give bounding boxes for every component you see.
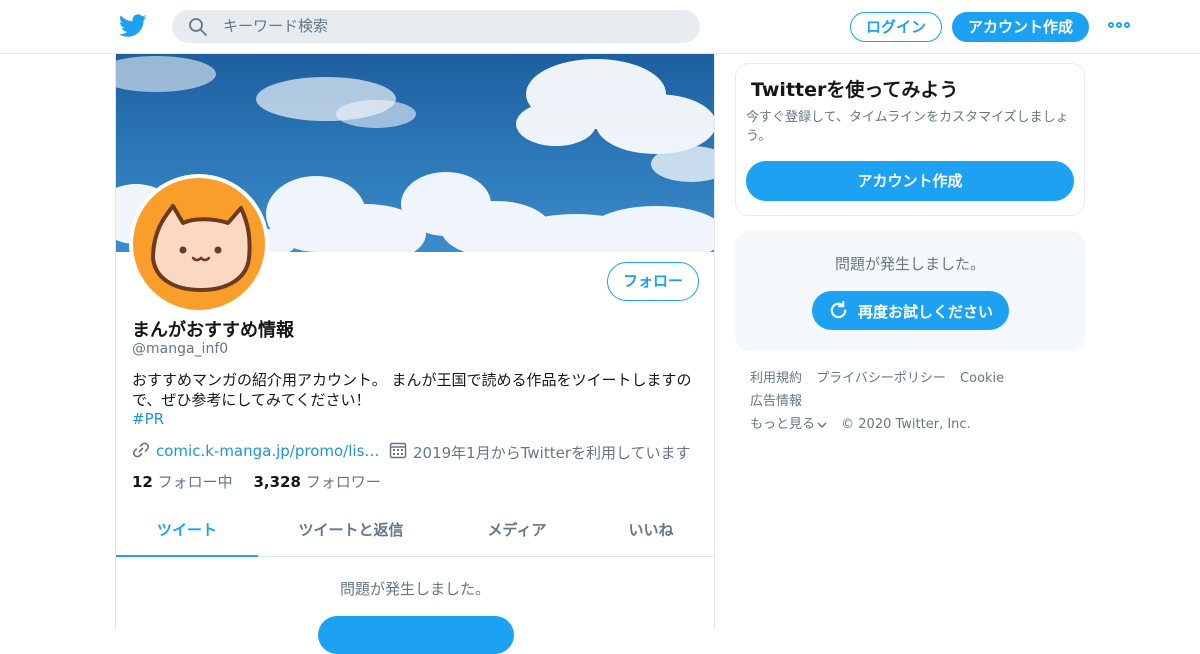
chevron-down-icon <box>817 421 827 428</box>
footer-more-label: もっと見る <box>750 417 816 432</box>
profile-tabs: ツイート ツイートと返信 メディア いいね <box>116 509 714 557</box>
login-button[interactable]: ログイン <box>850 12 942 42</box>
footer-copyright: © 2020 Twitter, Inc. <box>841 417 971 432</box>
search-input[interactable]: キーワード検索 <box>172 10 700 43</box>
twitter-bird-icon[interactable] <box>119 14 147 38</box>
footer-link-terms[interactable]: 利用規約 <box>750 371 802 386</box>
search-placeholder: キーワード検索 <box>223 17 329 35</box>
followers-stat[interactable]: 3,328 フォロワー <box>253 473 380 491</box>
cat-avatar-image <box>151 204 252 292</box>
follow-counts: 12 フォロー中 3,328 フォロワー <box>132 471 381 492</box>
tab-likes[interactable]: いいね <box>586 509 716 557</box>
tab-tweets[interactable]: ツイート <box>116 509 258 557</box>
top-bar: キーワード検索 ログイン アカウント作成 <box>0 0 1200 54</box>
joined-date: 2019年1月からTwitterを利用しています <box>413 444 691 462</box>
footer-more[interactable]: もっと見る <box>750 417 827 432</box>
following-stat[interactable]: 12 フォロー中 <box>132 473 233 491</box>
avatar[interactable] <box>129 174 269 314</box>
footer-link-privacy[interactable]: プライバシーポリシー <box>816 371 946 386</box>
follow-button[interactable]: フォロー <box>607 262 699 301</box>
footer-link-ads[interactable]: 広告情報 <box>750 394 802 409</box>
retry-label: 再度お試しください <box>858 303 994 321</box>
following-count: 12 <box>132 473 153 491</box>
followers-label: フォロワー <box>305 473 381 491</box>
bio-hashtag-link[interactable]: #PR <box>132 410 164 428</box>
retry-button[interactable]: 再度お試しください <box>812 291 1009 330</box>
sidebar-error-box: 問題が発生しました。 再度お試しください <box>735 231 1085 351</box>
search-icon <box>189 18 207 36</box>
more-icon[interactable] <box>1108 22 1130 30</box>
profile-bio: おすすめマンガの紹介用アカウント。 まんが王国で読める作品をツイートしますので、… <box>132 371 692 409</box>
profile-name: まんがおすすめ情報 <box>132 320 294 341</box>
sidebar-error-message: 問題が発生しました。 <box>834 255 985 273</box>
refresh-icon <box>830 300 847 319</box>
signup-card-title: Twitterを使ってみよう <box>751 79 959 101</box>
footer-link-cookie[interactable]: Cookie <box>960 371 1004 386</box>
signup-card-button[interactable]: アカウント作成 <box>746 161 1074 201</box>
followers-count: 3,328 <box>253 473 301 491</box>
signup-button[interactable]: アカウント作成 <box>952 12 1089 42</box>
profile-column: フォロー まんがおすすめ情報 @manga_inf0 おすすめマンガの紹介用アカ… <box>115 54 715 654</box>
profile-handle: @manga_inf0 <box>132 341 229 357</box>
timeline-error-message: 問題が発生しました。 <box>339 580 490 598</box>
tab-tweets-and-replies[interactable]: ツイートと返信 <box>280 509 422 557</box>
calendar-icon <box>389 442 407 459</box>
signup-card: Twitterを使ってみよう 今すぐ登録して、タイムラインをカスタマイズしましょ… <box>735 63 1085 216</box>
signup-card-text: 今すぐ登録して、タイムラインをカスタマイズしましょう。 <box>746 110 1069 144</box>
profile-url-link[interactable]: comic.k-manga.jp/promo/listing/… <box>156 442 380 460</box>
link-icon <box>132 442 150 458</box>
tab-media[interactable]: メディア <box>446 509 588 557</box>
following-label: フォロー中 <box>157 473 233 491</box>
footer: 利用規約 プライバシーポリシー Cookie 広告情報 もっと見る © 2020… <box>750 367 1080 436</box>
timeline-retry-button[interactable] <box>318 616 514 654</box>
